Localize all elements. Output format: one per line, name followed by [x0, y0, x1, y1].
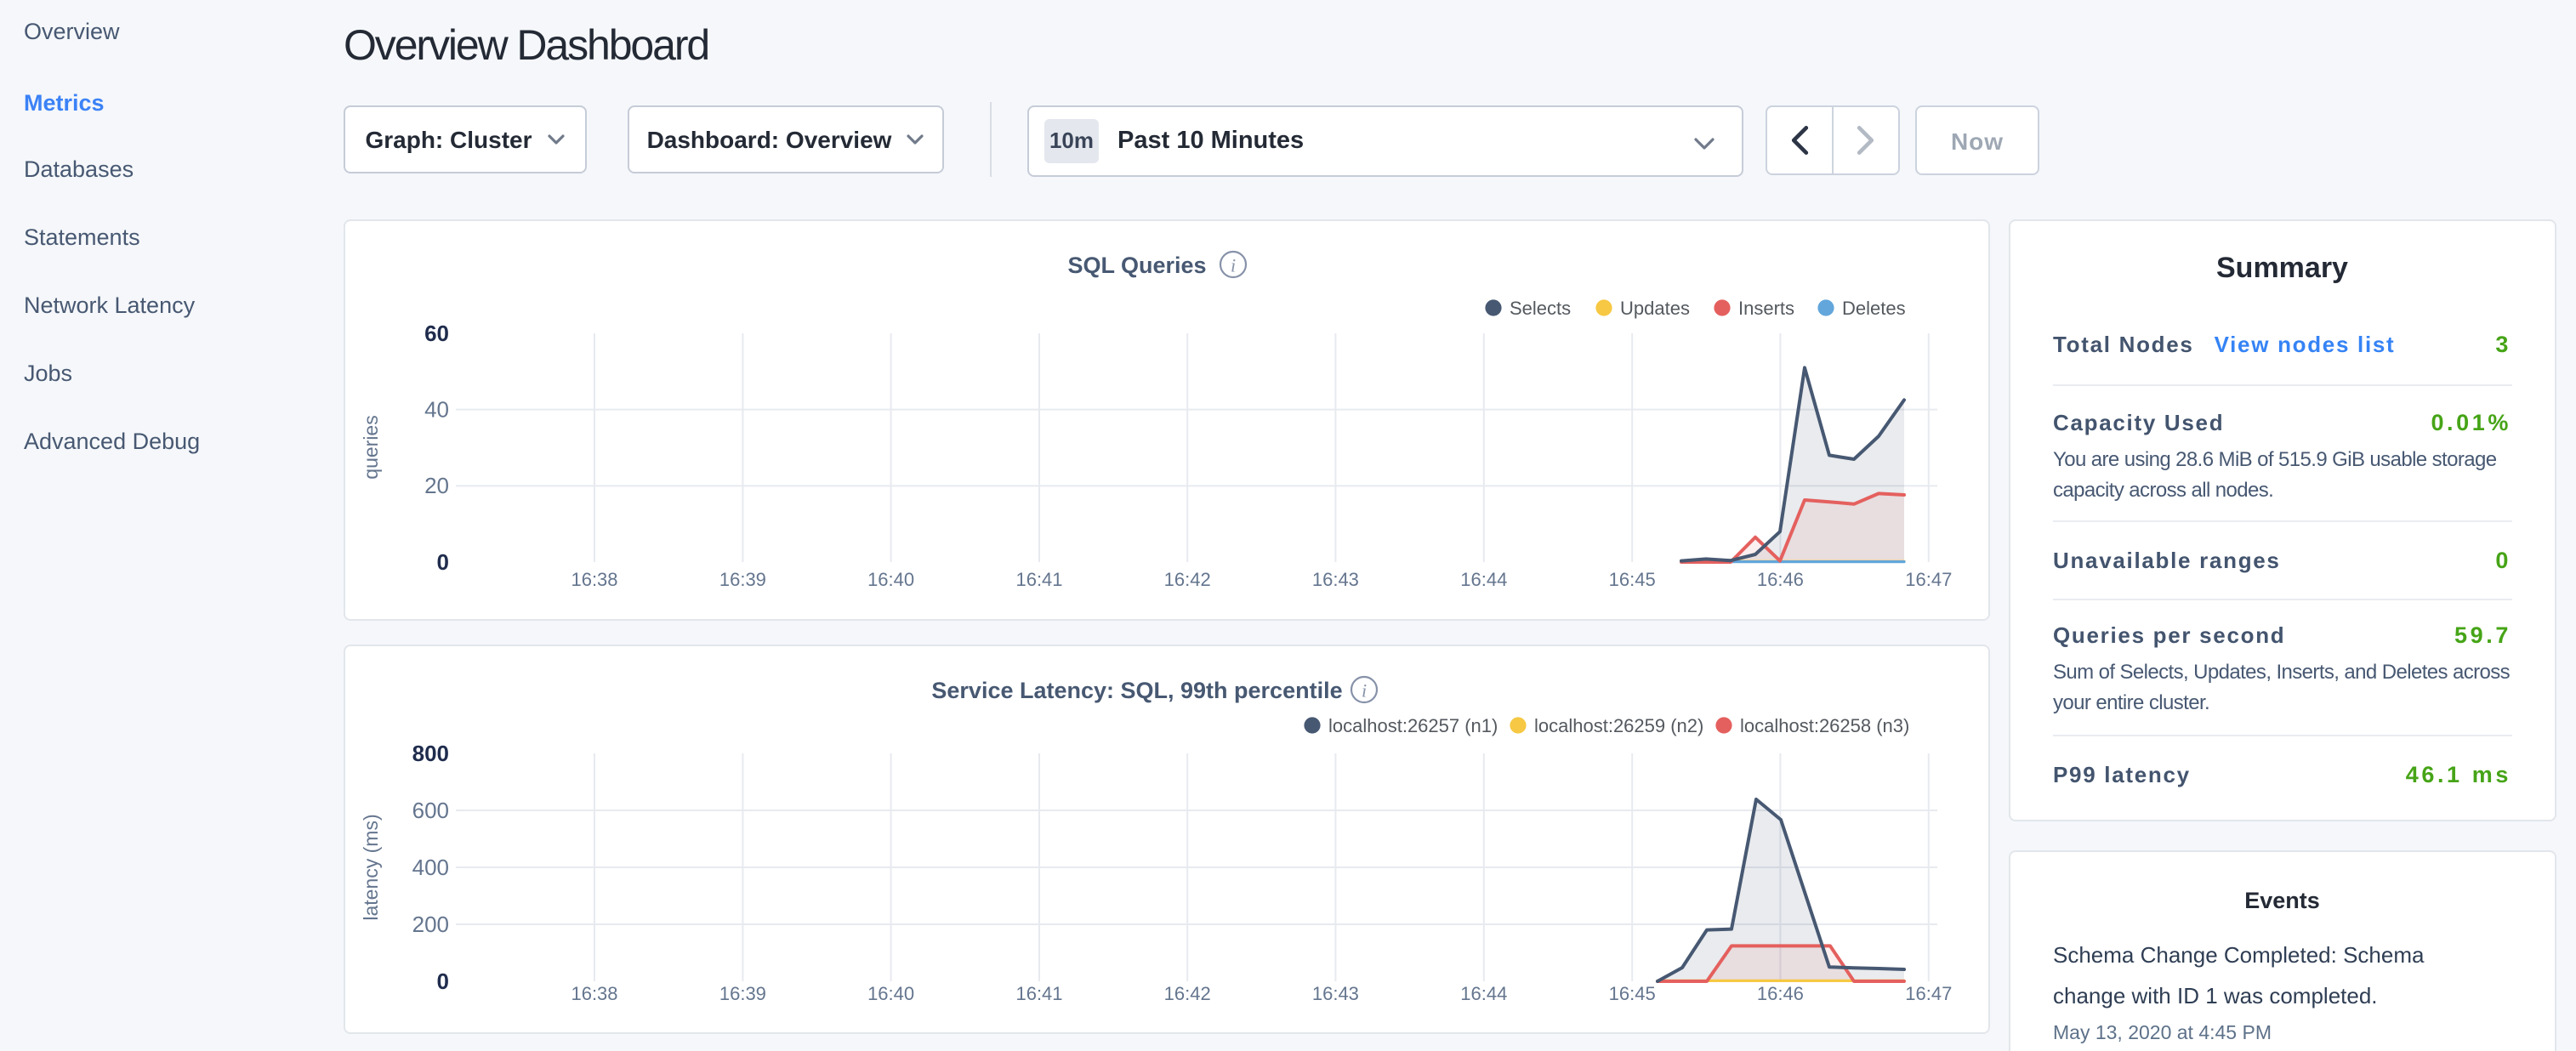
svg-text:16:45: 16:45: [1609, 569, 1656, 590]
svg-text:60: 60: [424, 321, 449, 346]
svg-text:localhost:26259 (n2): localhost:26259 (n2): [1534, 714, 1703, 736]
svg-text:Deletes: Deletes: [1842, 298, 1906, 319]
svg-text:40: 40: [424, 396, 449, 422]
svg-text:16:39: 16:39: [719, 569, 766, 590]
svg-text:latency (ms): latency (ms): [360, 813, 382, 919]
svg-text:20: 20: [424, 473, 449, 498]
svg-text:16:40: 16:40: [867, 982, 914, 1003]
svg-text:Service Latency: SQL, 99th per: Service Latency: SQL, 99th percentile: [931, 677, 1342, 702]
svg-text:16:45: 16:45: [1609, 982, 1656, 1003]
svg-text:16:41: 16:41: [1015, 982, 1062, 1003]
svg-text:600: 600: [412, 797, 449, 822]
svg-text:16:46: 16:46: [1757, 982, 1804, 1003]
svg-text:i: i: [1362, 679, 1367, 701]
svg-text:800: 800: [412, 740, 449, 765]
svg-text:localhost:26257 (n1): localhost:26257 (n1): [1328, 714, 1498, 736]
svg-text:queries: queries: [360, 415, 382, 479]
svg-text:Inserts: Inserts: [1738, 298, 1794, 319]
svg-text:SQL Queries: SQL Queries: [1067, 253, 1206, 278]
svg-text:16:39: 16:39: [719, 982, 766, 1003]
svg-text:16:47: 16:47: [1905, 569, 1952, 590]
svg-text:200: 200: [412, 911, 449, 936]
svg-text:16:46: 16:46: [1757, 569, 1804, 590]
svg-text:0: 0: [437, 968, 449, 993]
svg-text:16:44: 16:44: [1460, 569, 1507, 590]
svg-text:16:43: 16:43: [1312, 569, 1359, 590]
svg-text:Updates: Updates: [1620, 298, 1690, 319]
svg-text:16:42: 16:42: [1164, 569, 1211, 590]
svg-text:16:47: 16:47: [1905, 982, 1952, 1003]
svg-text:16:41: 16:41: [1015, 569, 1062, 590]
svg-text:16:44: 16:44: [1460, 982, 1507, 1003]
svg-text:16:43: 16:43: [1312, 982, 1359, 1003]
svg-text:16:38: 16:38: [571, 569, 617, 590]
svg-text:16:38: 16:38: [571, 982, 617, 1003]
svg-text:0: 0: [437, 549, 449, 575]
svg-text:16:42: 16:42: [1164, 982, 1211, 1003]
svg-text:Selects: Selects: [1510, 298, 1571, 319]
svg-text:16:40: 16:40: [867, 569, 914, 590]
svg-text:localhost:26258 (n3): localhost:26258 (n3): [1740, 714, 1909, 736]
svg-text:i: i: [1231, 255, 1236, 276]
svg-text:400: 400: [412, 854, 449, 879]
